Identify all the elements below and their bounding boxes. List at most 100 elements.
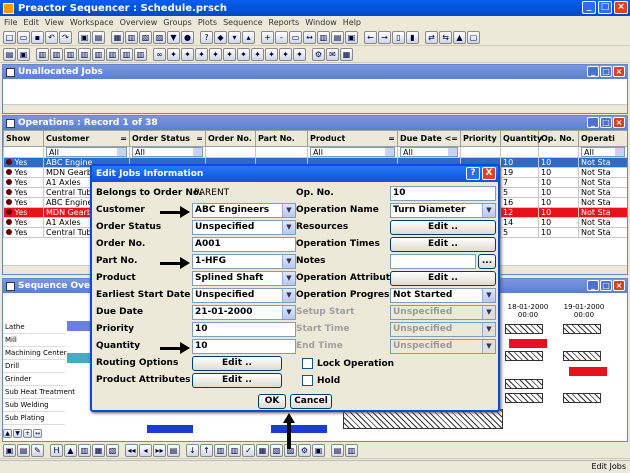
b-tool11-icon[interactable]: ▥ <box>228 443 241 457</box>
chart-icon[interactable]: ▧ <box>139 30 152 44</box>
report3-icon[interactable]: ▥ <box>64 47 77 61</box>
col-op-no[interactable]: Op. No. <box>538 130 579 147</box>
mail-icon[interactable]: ✉ <box>326 47 339 61</box>
menu-reports[interactable]: Reports <box>269 18 300 27</box>
col-customer[interactable]: Customer = <box>43 130 130 147</box>
help-icon[interactable]: ? <box>200 30 213 44</box>
close-button[interactable]: × <box>614 1 628 14</box>
flag-icon[interactable]: ▲ <box>453 30 466 44</box>
gantt-job-bar[interactable] <box>67 353 91 363</box>
filter-icon[interactable]: ▼ <box>167 30 180 44</box>
db-icon[interactable]: ▦ <box>340 47 353 61</box>
sort-asc-icon[interactable]: ↓ <box>186 443 199 457</box>
plot-icon[interactable]: ▨ <box>153 30 166 44</box>
b-tool16-icon[interactable]: ▤ <box>331 443 344 457</box>
menu-view[interactable]: View <box>45 18 64 27</box>
routing-options-edit-button[interactable]: Edit .. <box>192 356 282 371</box>
wizard9-icon[interactable]: ✦ <box>279 47 292 61</box>
part-no-select[interactable]: 1-HFG ▼ <box>192 254 296 269</box>
wizard2-icon[interactable]: ✦ <box>181 47 194 61</box>
arrow-left-icon[interactable]: ← <box>364 30 377 44</box>
operation-progress-select[interactable]: Not Started ▼ <box>390 288 496 303</box>
lock-operation-checkbox[interactable] <box>302 358 313 369</box>
operation-attributes-edit-button[interactable]: Edit .. <box>390 271 496 286</box>
chevron-down-icon[interactable]: ▼ <box>482 289 495 302</box>
b-tool4-icon[interactable]: H <box>50 443 63 457</box>
doc-icon[interactable]: ▯ <box>392 30 405 44</box>
expand-icon[interactable]: ↔ <box>303 30 316 44</box>
gantt-job-bar[interactable] <box>147 425 193 433</box>
col-product[interactable]: Product = <box>307 130 398 147</box>
operation-name-select[interactable]: Turn Diameter ▼ <box>390 203 496 218</box>
menu-help[interactable]: Help <box>343 18 361 27</box>
col-quantity[interactable]: Quantity <box>500 130 542 147</box>
wizard8-icon[interactable]: ✦ <box>265 47 278 61</box>
quantity-input[interactable]: 10 <box>192 339 296 354</box>
wizard4-icon[interactable]: ✦ <box>209 47 222 61</box>
doc-add-icon[interactable]: ▮ <box>406 30 419 44</box>
priority-input[interactable]: 10 <box>192 322 296 337</box>
b-tool12-icon[interactable]: ▧ <box>270 443 283 457</box>
minimize-button[interactable]: _ <box>582 1 596 14</box>
operations-max-button[interactable]: □ <box>600 117 612 128</box>
gantt-block[interactable] <box>505 393 543 403</box>
hold-checkbox-row[interactable]: Hold <box>302 375 340 386</box>
binoculars-icon[interactable]: ∞ <box>153 47 166 61</box>
gantt-job-bar[interactable] <box>509 339 547 348</box>
b-tool17-icon[interactable]: ▥ <box>345 443 358 457</box>
gantt-block[interactable] <box>563 324 601 334</box>
expand-rows-icon[interactable]: ↔ <box>33 429 42 438</box>
fit-icon[interactable]: ▭ <box>289 30 302 44</box>
new-icon[interactable]: □ <box>3 30 16 44</box>
product-filter[interactable]: All <box>310 147 395 157</box>
b-tool2-icon[interactable]: ▤ <box>17 443 30 457</box>
arrow-right-icon[interactable]: → <box>378 30 391 44</box>
preview-icon[interactable]: ▣ <box>17 47 30 61</box>
menu-plots[interactable]: Plots <box>198 18 217 27</box>
gantt-job-bar[interactable] <box>271 425 327 433</box>
wizard5-icon[interactable]: ✦ <box>223 47 236 61</box>
report6-icon[interactable]: ▥ <box>106 47 119 61</box>
operations-min-button[interactable]: _ <box>587 117 599 128</box>
notes-browse-button[interactable]: ... <box>478 254 496 269</box>
report4-icon[interactable]: ▥ <box>78 47 91 61</box>
notes-input[interactable] <box>390 254 476 269</box>
order-status-select[interactable]: Unspecified ▼ <box>192 220 296 235</box>
gantt-block[interactable] <box>563 393 601 403</box>
paste-icon[interactable]: ▤ <box>92 30 105 44</box>
print-icon[interactable]: ▤ <box>3 47 16 61</box>
forward-icon[interactable]: ▸▸ <box>153 443 166 457</box>
nav-down-icon[interactable]: ▼ <box>13 429 22 438</box>
table-icon[interactable]: ▥ <box>125 30 138 44</box>
sequence-close-button[interactable]: × <box>613 280 625 291</box>
col-order-status[interactable]: Order Status = <box>129 130 206 147</box>
wizard7-icon[interactable]: ✦ <box>251 47 264 61</box>
b-tool1-icon[interactable]: ▣ <box>3 443 16 457</box>
sequence-min-button[interactable]: _ <box>587 280 599 291</box>
sort-desc-icon[interactable]: ↑ <box>200 443 213 457</box>
config-icon[interactable]: ⚙ <box>312 47 325 61</box>
window-icon[interactable]: ▣ <box>345 30 358 44</box>
chevron-down-icon[interactable]: ▼ <box>282 289 295 302</box>
dialog-help-button[interactable]: ? <box>466 167 480 180</box>
report2-icon[interactable]: ▥ <box>50 47 63 61</box>
wizard1-icon[interactable]: ✦ <box>167 47 180 61</box>
b-tool15-icon[interactable]: ▣ <box>312 443 325 457</box>
operations-close-button[interactable]: × <box>613 117 625 128</box>
menu-edit[interactable]: Edit <box>23 18 39 27</box>
b-tool3-icon[interactable]: ✎ <box>31 443 44 457</box>
report7-icon[interactable]: ▥ <box>120 47 133 61</box>
order-no-input[interactable]: A001 <box>192 237 296 252</box>
hold-checkbox[interactable] <box>302 375 313 386</box>
link-icon[interactable]: ⇄ <box>425 30 438 44</box>
bucket-icon[interactable]: ▾ <box>228 30 241 44</box>
menu-sequence[interactable]: Sequence <box>223 18 262 27</box>
erase-icon[interactable]: ◆ <box>214 30 227 44</box>
zoom-out-icon[interactable]: - <box>275 30 288 44</box>
op-no-input[interactable]: 10 <box>390 186 496 201</box>
grid-icon[interactable]: ▦ <box>111 30 124 44</box>
layout-icon[interactable]: ▤ <box>331 30 344 44</box>
chevron-down-icon[interactable]: ▼ <box>282 306 295 319</box>
order-status-filter[interactable]: All <box>132 147 203 157</box>
report1-icon[interactable]: ▥ <box>36 47 49 61</box>
